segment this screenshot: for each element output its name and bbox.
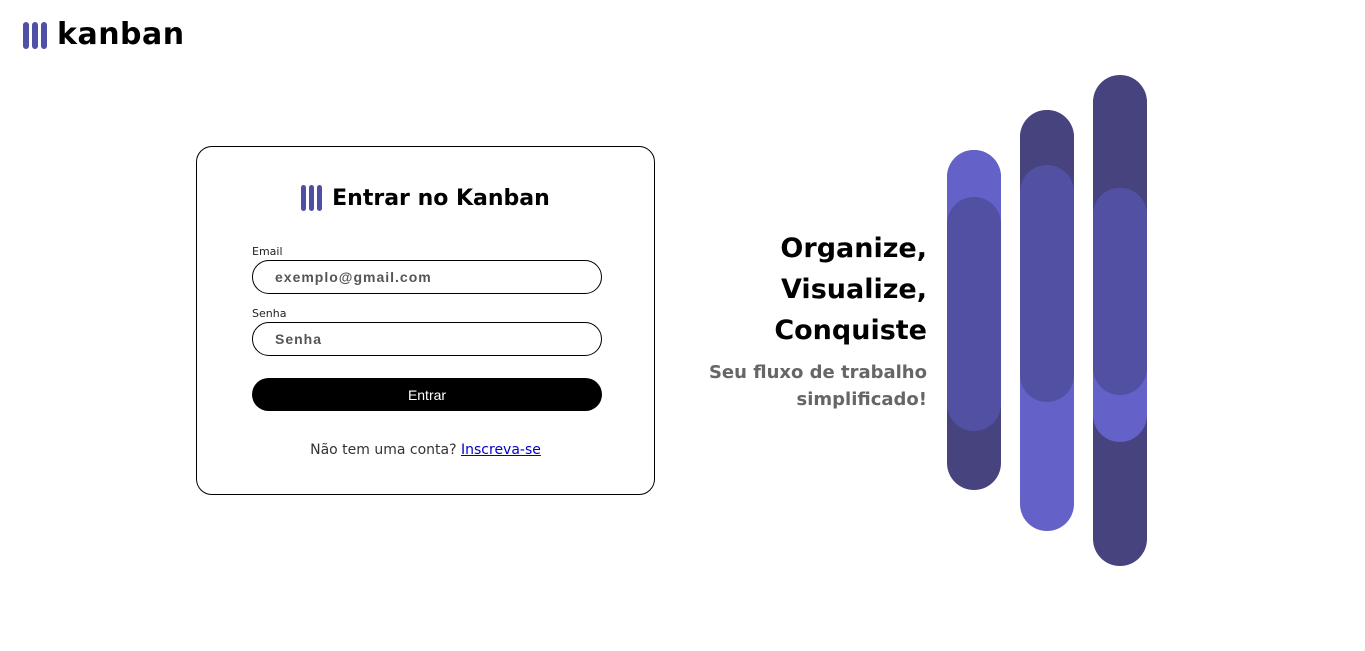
email-field[interactable] [252,260,602,294]
decor-pill [947,197,1001,431]
kanban-bars-icon [23,21,47,49]
hero-text: Organize, Visualize, Conquiste Seu fluxo… [709,228,927,413]
signup-row: Não tem uma conta? Inscreva-se [197,442,654,458]
hero-subtitle-line-1: Seu fluxo de trabalho [708,362,927,383]
signup-prompt: Não tem uma conta? [310,442,457,458]
brand-logo[interactable]: kanban [23,20,185,50]
decor-pill [1093,188,1147,395]
login-page: kanban Entrar no Kanban Email Senha Entr… [0,0,1365,651]
password-label: Senha [252,307,287,320]
hero-headline-2: Visualize, [781,274,927,305]
signup-link[interactable]: Inscreva-se [461,442,541,458]
hero-headline-3: Conquiste [774,315,927,346]
kanban-bars-icon [301,185,323,211]
hero-subtitle-line-2: simplificado! [796,389,927,410]
brand-name: kanban [57,17,185,52]
hero-headline-1: Organize, [780,233,927,264]
login-card: Entrar no Kanban Email Senha Entrar Não … [196,146,655,495]
email-label: Email [252,245,283,258]
login-button[interactable]: Entrar [252,378,602,411]
password-field[interactable] [252,322,602,356]
login-title: Entrar no Kanban [197,185,654,211]
hero-subtitle: Seu fluxo de trabalho simplificado! [709,359,927,413]
decor-pill [1020,165,1074,402]
login-heading: Entrar no Kanban [332,185,550,211]
